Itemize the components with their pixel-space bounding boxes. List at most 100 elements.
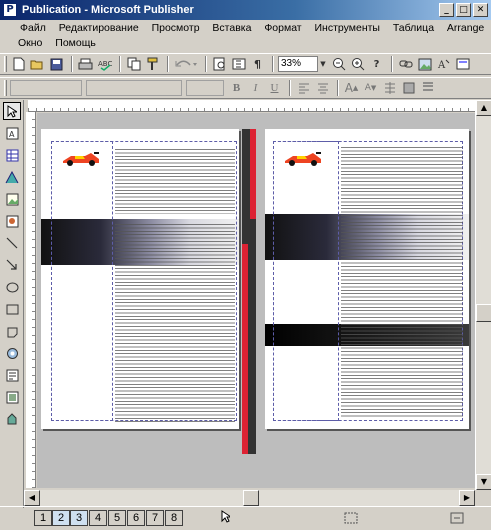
race-car-image[interactable] [61, 149, 101, 167]
scroll-left-button[interactable]: ◀ [24, 490, 40, 506]
help-icon[interactable]: ? [368, 56, 385, 73]
page-right[interactable] [265, 129, 469, 429]
table-frame-icon[interactable] [3, 146, 21, 164]
menu-table[interactable]: Таблица [393, 21, 434, 36]
horizontal-scroll-thumb[interactable] [243, 490, 259, 506]
maximize-button[interactable]: □ [456, 3, 471, 17]
undo-icon[interactable] [173, 56, 199, 73]
picture-frame-icon[interactable] [3, 190, 21, 208]
pointer-icon[interactable] [3, 102, 21, 120]
align-left-icon[interactable] [295, 80, 312, 97]
menu-edit[interactable]: Редактирование [59, 21, 139, 36]
zoom-in-icon[interactable] [349, 56, 366, 73]
vertical-scroll-thumb[interactable] [476, 304, 491, 322]
page-tab-8[interactable]: 8 [165, 510, 183, 526]
race-car-image[interactable] [283, 149, 323, 167]
open-icon[interactable] [29, 56, 46, 73]
close-button[interactable]: ✕ [473, 3, 488, 17]
hyperlink-icon[interactable] [397, 56, 414, 73]
scroll-up-button[interactable]: ▲ [476, 100, 491, 116]
print-icon[interactable] [77, 56, 94, 73]
page-tab-2[interactable]: 2 [52, 510, 70, 526]
minimize-button[interactable]: _ [439, 3, 454, 17]
special-characters-icon[interactable] [230, 56, 247, 73]
menu-insert[interactable]: Вставка [212, 21, 251, 36]
font-size-up-icon[interactable]: A ▲ [343, 80, 360, 97]
font-size-down-icon[interactable]: A ▼ [362, 80, 379, 97]
page-tab-7[interactable]: 7 [146, 510, 164, 526]
chevron-down-icon[interactable]: ▼ [318, 56, 328, 73]
clipart-icon[interactable] [3, 212, 21, 230]
arrow-icon[interactable] [3, 256, 21, 274]
fill-color-icon[interactable] [400, 80, 417, 97]
hot-spot-icon[interactable] [3, 344, 21, 362]
bold-button[interactable]: B [228, 80, 245, 97]
standard-toolbar: ABC ¶ 33% ▼ ? A [0, 53, 491, 75]
formatting-toolbar: B I U A ▲ A ▼ [0, 77, 491, 99]
spine-accent [242, 244, 248, 454]
page-tab-4[interactable]: 4 [89, 510, 107, 526]
insert-picture-icon[interactable] [416, 56, 433, 73]
menu-help[interactable]: Помощь [55, 36, 96, 51]
svg-text:ABC: ABC [98, 60, 112, 68]
line-color-icon[interactable] [419, 80, 436, 97]
scroll-down-button[interactable]: ▼ [476, 474, 491, 490]
menu-file[interactable]: Файл [20, 21, 46, 36]
zoom-page-icon[interactable] [211, 56, 228, 73]
font-icon[interactable]: A [435, 56, 452, 73]
toolbar-separator [337, 80, 339, 96]
article-text[interactable] [115, 149, 235, 214]
page-left[interactable] [41, 129, 239, 429]
menu-tools[interactable]: Инструменты [315, 21, 380, 36]
wordart-icon[interactable] [3, 168, 21, 186]
oval-icon[interactable] [3, 278, 21, 296]
format-painter-icon[interactable] [144, 56, 161, 73]
page-tab-3[interactable]: 3 [70, 510, 88, 526]
design-gallery-icon[interactable] [3, 410, 21, 428]
align-center-icon[interactable] [314, 80, 331, 97]
object-size-icon [450, 512, 464, 527]
zoom-select[interactable]: 33% [278, 56, 318, 72]
article-text[interactable] [341, 147, 463, 417]
font-select[interactable] [86, 80, 182, 96]
publication-workspace[interactable] [37, 113, 475, 488]
menu-window[interactable]: Окно [18, 36, 42, 51]
italic-button[interactable]: I [247, 80, 264, 97]
menu-format[interactable]: Формат [264, 21, 301, 36]
custom-shape-icon[interactable] [3, 322, 21, 340]
page-tab-1[interactable]: 1 [34, 510, 52, 526]
menu-arrange[interactable]: Arrange [447, 21, 484, 36]
zoom-value: 33% [281, 58, 302, 69]
rectangle-icon[interactable] [3, 300, 21, 318]
wizard-icon[interactable] [454, 56, 471, 73]
publisher-app-icon[interactable]: P [3, 3, 17, 17]
article-text[interactable] [115, 224, 235, 422]
spell-check-icon[interactable]: ABC [96, 56, 113, 73]
spine-accent [250, 129, 256, 219]
underline-button[interactable]: U [266, 80, 283, 97]
menu-view[interactable]: Просмотр [152, 21, 200, 36]
text-frame-icon[interactable]: A [3, 124, 21, 142]
toolbar-grip[interactable] [4, 56, 7, 72]
style-select[interactable] [10, 80, 82, 96]
line-spacing-icon[interactable] [381, 80, 398, 97]
copy-icon[interactable] [125, 56, 142, 73]
form-control-icon[interactable] [3, 366, 21, 384]
toolbar-grip[interactable] [4, 80, 7, 96]
zoom-out-icon[interactable] [330, 56, 347, 73]
page-tab-6[interactable]: 6 [127, 510, 145, 526]
html-fragment-icon[interactable] [3, 388, 21, 406]
vertical-ruler[interactable] [26, 112, 36, 488]
horizontal-ruler[interactable] [28, 100, 475, 112]
font-size-select[interactable] [186, 80, 224, 96]
horizontal-scrollbar[interactable]: ◀ ▶ [24, 490, 475, 506]
new-icon[interactable] [10, 56, 27, 73]
menu-bar: Файл Редактирование Просмотр Вставка Фор… [0, 20, 491, 52]
mouse-cursor-icon [221, 510, 233, 526]
vertical-scrollbar[interactable]: ▲ ▼ [475, 100, 491, 490]
scroll-right-button[interactable]: ▶ [459, 490, 475, 506]
page-tab-5[interactable]: 5 [108, 510, 126, 526]
line-icon[interactable] [3, 234, 21, 252]
paragraph-marks-icon[interactable]: ¶ [249, 56, 266, 73]
save-icon[interactable] [48, 56, 65, 73]
